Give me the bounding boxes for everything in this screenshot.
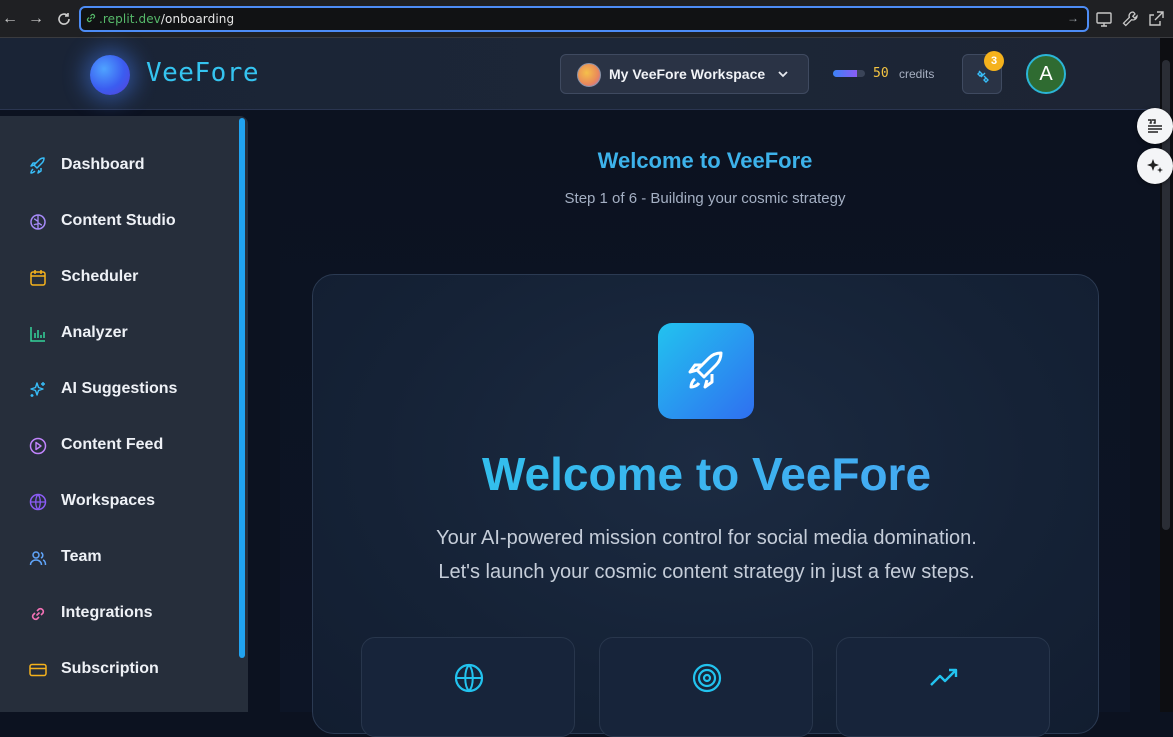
sidebar-item-integrations[interactable]: Integrations: [0, 594, 230, 634]
sidebar-item-label: Dashboard: [61, 156, 145, 173]
sidebar-item-label: Content Studio: [61, 212, 176, 229]
credit-card-icon: [29, 663, 47, 677]
sidebar-item-analyzer[interactable]: Analyzer: [0, 314, 230, 354]
page-title: Welcome to VeeFore: [597, 148, 813, 173]
sidebar-item-dashboard[interactable]: Dashboard: [0, 146, 230, 186]
sidebar-item-label: Analyzer: [61, 324, 128, 341]
main-content: Welcome to VeeFore Step 1 of 6 - Buildin…: [280, 116, 1130, 737]
sidebar-item-content-studio[interactable]: Content Studio: [0, 202, 230, 242]
back-icon[interactable]: ←: [0, 9, 20, 29]
rocket-icon: [30, 157, 45, 174]
sidebar-item-label: Team: [61, 548, 102, 565]
sidebar-item-label: Subscription: [61, 660, 159, 677]
logo-text[interactable]: VeeFore: [146, 58, 259, 88]
target-icon: [692, 663, 722, 693]
sparkles-icon: [30, 382, 45, 397]
step-indicator: Step 1 of 6 - Building your cosmic strat…: [564, 190, 846, 207]
feature-card-target: [599, 637, 813, 737]
hero-description-line: Let's launch your cosmic content strateg…: [438, 561, 975, 583]
ai-assist-button[interactable]: [1137, 148, 1173, 184]
hero-description-line: Your AI-powered mission control for soci…: [436, 527, 977, 549]
sidebar-item-subscription[interactable]: Subscription: [0, 650, 230, 690]
sparkles-icon: [1147, 159, 1163, 173]
sidebar-scrollbar[interactable]: [239, 118, 245, 658]
forward-icon[interactable]: →: [26, 9, 46, 29]
credits-value: 50: [873, 66, 889, 81]
app-header: VeeFore My VeeFore Workspace 50 credits …: [0, 38, 1160, 110]
globe-icon: [454, 663, 484, 693]
workspace-avatar: [577, 63, 601, 87]
sidebar-item-team[interactable]: Team: [0, 538, 230, 578]
rocket-icon: [688, 351, 723, 389]
sidebar-item-label: AI Suggestions: [61, 380, 178, 397]
link-icon: [31, 607, 45, 621]
url-text: .replit.dev/onboarding: [99, 12, 235, 26]
workspace-selector[interactable]: My VeeFore Workspace: [560, 54, 809, 94]
sidebar-item-label: Scheduler: [61, 268, 139, 285]
go-icon[interactable]: →: [1067, 11, 1079, 25]
sidebar: Dashboard Content Studio Scheduler Analy…: [0, 116, 248, 712]
open-external-icon[interactable]: [1147, 10, 1165, 28]
reader-mode-button[interactable]: [1137, 108, 1173, 144]
globe-icon: [29, 493, 47, 511]
brain-icon: [30, 214, 46, 230]
quote-list-icon: [1148, 119, 1162, 133]
credits-progress-fill: [833, 70, 857, 77]
notification-badge: 3: [984, 51, 1004, 71]
users-icon: [29, 551, 47, 566]
user-avatar[interactable]: A: [1026, 54, 1066, 94]
address-bar[interactable]: .replit.dev/onboarding →: [79, 6, 1089, 32]
sidebar-item-label: Content Feed: [61, 436, 164, 453]
sidebar-item-content-feed[interactable]: Content Feed: [0, 426, 230, 466]
chevron-down-icon: [778, 71, 788, 78]
sidebar-item-label: Workspaces: [61, 492, 155, 509]
sidebar-item-ai-suggestions[interactable]: AI Suggestions: [0, 370, 230, 410]
browser-toolbar: ← → .replit.dev/onboarding →: [0, 0, 1173, 38]
feature-card-globe: [361, 637, 575, 737]
sidebar-item-label: Integrations: [61, 604, 153, 621]
reload-icon[interactable]: [54, 9, 74, 29]
welcome-card: Welcome to VeeFore Your AI-powered missi…: [312, 274, 1100, 737]
logo-orb: [90, 55, 130, 95]
workspace-label: My VeeFore Workspace: [609, 66, 766, 82]
link-icon: [86, 13, 96, 23]
sidebar-item-workspaces[interactable]: Workspaces: [0, 482, 230, 522]
calendar-icon: [30, 270, 46, 286]
play-circle-icon: [29, 437, 47, 455]
credits-label: credits: [899, 67, 935, 81]
screen-icon[interactable]: [1095, 10, 1113, 28]
trending-up-icon: [930, 668, 958, 686]
credits-progress: [833, 70, 865, 77]
bar-chart-icon: [30, 327, 45, 342]
sidebar-item-scheduler[interactable]: Scheduler: [0, 258, 230, 298]
feature-card-trending: [836, 637, 1050, 737]
wrench-icon[interactable]: [1121, 10, 1139, 28]
rocket-tile: [658, 323, 754, 419]
hero-title: Welcome to VeeFore: [313, 447, 1100, 501]
